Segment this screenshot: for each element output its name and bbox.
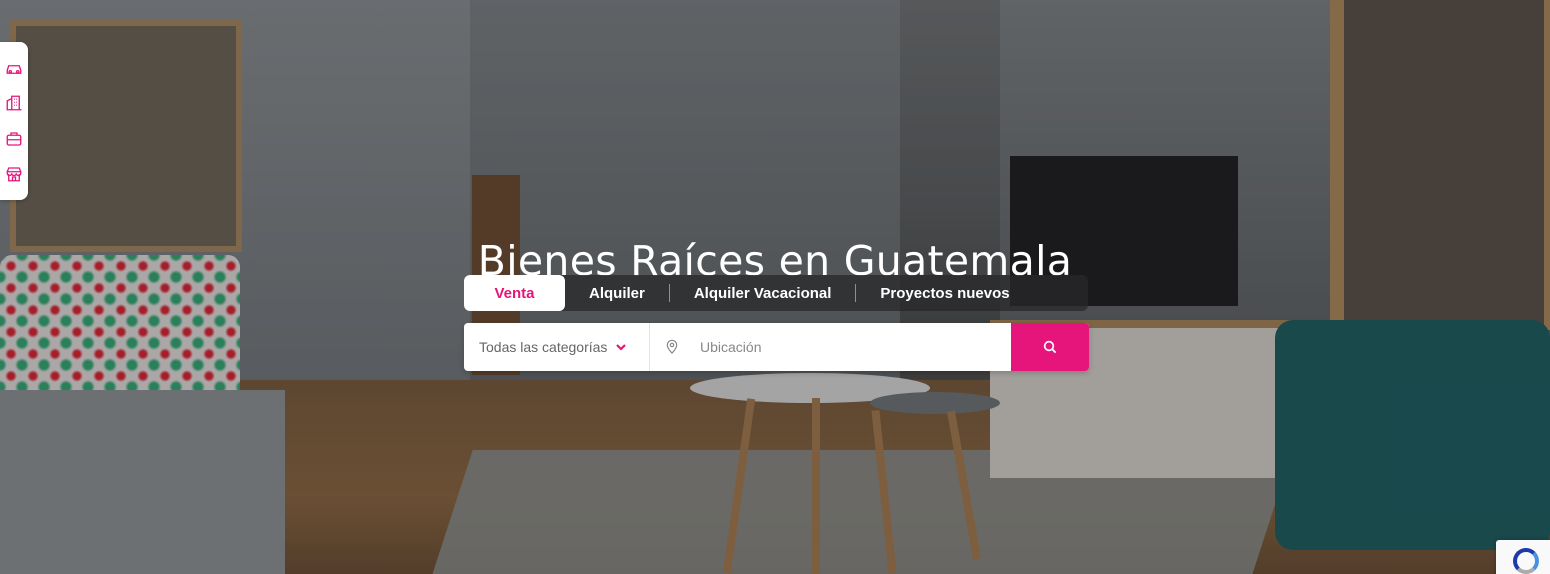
category-dropdown-value: Todas las categorías: [479, 339, 608, 355]
briefcase-icon[interactable]: [5, 130, 23, 148]
building-icon[interactable]: [5, 94, 23, 112]
tab-venta[interactable]: Venta: [464, 275, 565, 311]
recaptcha-badge[interactable]: [1496, 540, 1550, 574]
location-pin-icon: [666, 339, 678, 354]
tab-alquiler-vacacional[interactable]: Alquiler Vacacional: [670, 275, 856, 311]
tab-alquiler[interactable]: Alquiler: [565, 275, 669, 311]
property-type-sidebar: [0, 42, 28, 200]
location-field[interactable]: [650, 323, 1011, 371]
location-input[interactable]: [698, 338, 982, 356]
tab-proyectos-nuevos[interactable]: Proyectos nuevos: [856, 275, 1033, 311]
car-icon[interactable]: [5, 59, 23, 77]
store-icon[interactable]: [5, 165, 23, 183]
hero-banner: Bienes Raíces en Guatemala Venta Alquile…: [0, 0, 1550, 574]
listing-type-tabs: Venta Alquiler Alquiler Vacacional Proye…: [464, 275, 1088, 311]
recaptcha-icon: [1513, 548, 1539, 574]
property-search-bar: Todas las categorías: [464, 323, 1089, 371]
search-icon: [1043, 340, 1057, 354]
category-dropdown[interactable]: Todas las categorías: [464, 323, 650, 371]
search-button[interactable]: [1011, 323, 1089, 371]
chevron-down-icon: [616, 344, 627, 351]
